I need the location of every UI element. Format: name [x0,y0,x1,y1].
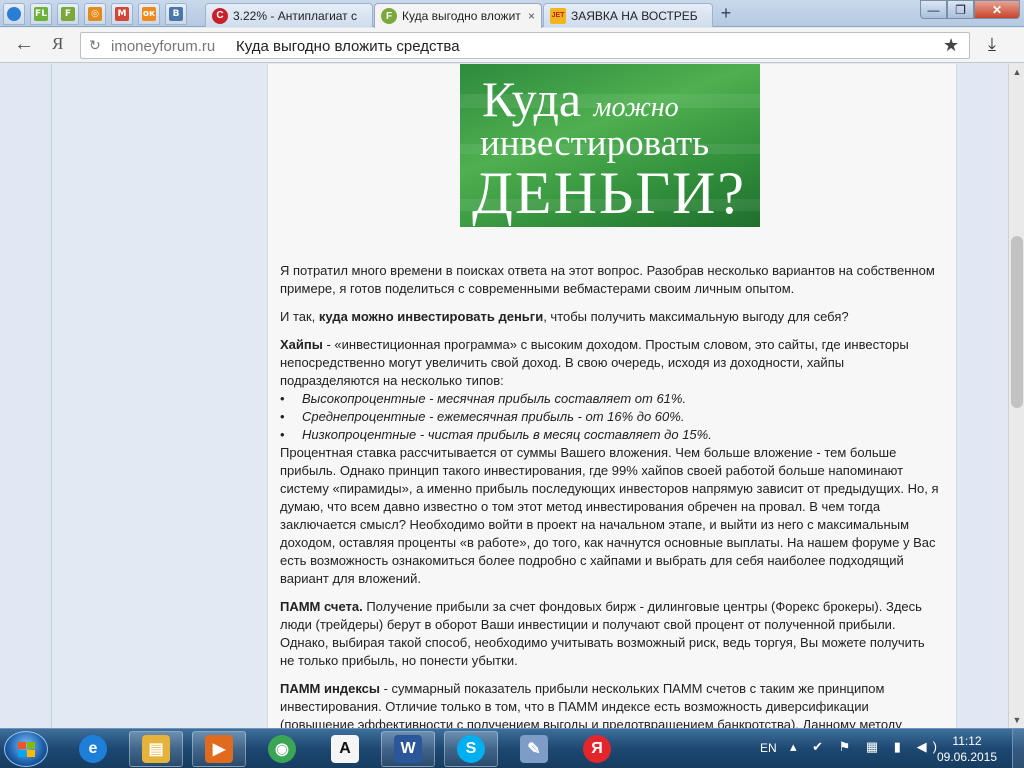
new-tab-button[interactable]: + [716,4,736,23]
pinned-tab[interactable]: F [57,3,79,25]
scrollbar-thumb[interactable] [1011,236,1023,408]
target-icon: ◎ [88,7,102,21]
hyips-details: Процентная ставка рассчитывается от сумм… [280,445,939,586]
banner-title-line1: Куда можно [482,71,679,127]
paint-icon: ✎ [520,735,548,763]
start-button[interactable] [4,731,48,767]
skype-icon: S [457,735,485,763]
vk-icon: В [169,7,183,21]
list-item: Низкопроцентные - чистая прибыль в месяц… [280,426,940,444]
left-sidebar [51,64,267,728]
word-icon: W [394,735,422,763]
pinned-tab[interactable]: ◎ [84,3,106,25]
tab-title: 3.22% - Антиплагиат с [233,8,358,23]
hyip-types-list: Высокопроцентные - месячная прибыль сост… [280,390,940,444]
taskbar-app[interactable]: Я [570,731,624,767]
close-window-button[interactable]: ✕ [974,0,1020,19]
pinned-tab[interactable]: M [111,3,133,25]
tab-active-article[interactable]: F Куда выгодно вложит × [374,3,542,28]
pinned-tab[interactable]: В [165,3,187,25]
article-body: Я потратил много времени в поисках ответ… [280,262,940,728]
pamm-indexes-paragraph: ПАММ индексы - суммарный показатель приб… [280,681,902,728]
article-intro: Я потратил много времени в поисках ответ… [280,263,935,296]
yandex-browser-icon: Я [583,735,611,763]
copyright-icon: C [212,7,228,24]
reload-icon[interactable]: ↻ [89,37,101,54]
tab-zayavka[interactable]: JET ЗАЯВКА НА ВОСТРЕБ [543,3,713,27]
pamm-accounts-paragraph: ПАММ счета. Получение прибыли за счет фо… [280,599,925,668]
banner-title-line3: ДЕНЬГИ? [472,160,747,226]
windows-taskbar: e ▤ ▶ ◉ A W S ✎ Я EN ▴ ✔ ⚑ ▦ ▮ ◀) 11:12 09.06.20… [0,728,1024,768]
hyips-paragraph: Хайпы - «инвестиционная программа» с выс… [280,337,909,388]
url-domain: imoneyforum.ru [111,38,216,55]
taskbar-app[interactable]: ✎ [507,731,561,767]
jet-icon: JET [550,7,566,24]
list-item: Высокопроцентные - месячная прибыль сост… [280,390,940,408]
tab-title: ЗАЯВКА НА ВОСТРЕБ [571,8,698,23]
list-item: Среднепроцентные - ежемесячная прибыль -… [280,408,940,426]
tab-title: Куда выгодно вложит [402,9,521,23]
odnoklassniki-icon: ок [142,7,156,21]
page-viewport: Куда можно инвестировать ДЕНЬГИ? Я потра… [0,64,1008,728]
show-desktop-button[interactable] [1012,729,1024,768]
pinned-tab[interactable]: FL [30,3,52,25]
tab-bar: FL F ◎ Mок В C 3.22% - Антиплагиат с F Куда … [0,0,1024,28]
yandex-home-button[interactable]: Я [52,34,63,54]
fl-icon: FL [34,7,48,21]
url-page-title: Куда выгодно вложить средства [236,38,460,55]
font-app-icon: A [331,735,359,763]
scroll-up-arrow-icon[interactable]: ▲ [1009,64,1024,80]
forum-f-icon: F [61,7,75,21]
windows-logo-icon [18,742,36,758]
article-column: Куда можно инвестировать ДЕНЬГИ? Я потра… [267,64,957,728]
article-banner-image: Куда можно инвестировать ДЕНЬГИ? [460,64,760,227]
pinned-tab[interactable]: ок [138,3,160,25]
taskbar-app[interactable]: ▤ [129,731,183,767]
taskbar-app[interactable]: A [318,731,372,767]
back-button[interactable]: ← [14,34,36,56]
explorer-icon: ▤ [142,735,170,763]
taskbar-app[interactable]: W [381,731,435,767]
bookmark-star-icon[interactable]: ★ [943,35,959,56]
taskbar-app[interactable]: ▶ [192,731,246,767]
scroll-down-arrow-icon[interactable]: ▼ [1009,712,1024,728]
system-clock[interactable]: 11:12 09.06.2015 [932,733,1002,765]
navigation-bar: ← Я ↻ imoneyforum.ru Куда выгодно вложит… [0,28,1024,63]
media-player-icon: ▶ [205,735,233,763]
gmail-icon: M [115,7,129,21]
downloads-icon[interactable]: ⤓ [988,34,996,55]
tab-antiplagiat[interactable]: C 3.22% - Антиплагиат с [205,3,373,27]
maximize-button[interactable]: ❐ [947,0,974,19]
chrome-icon: ◉ [268,735,296,763]
clock-date: 09.06.2015 [936,750,998,764]
taskbar-app[interactable]: e [66,731,120,767]
taskbar-app[interactable]: S [444,731,498,767]
article-question: И так, куда можно инвестировать деньги, … [280,309,849,324]
ie-icon: e [79,735,107,763]
clock-time: 11:12 [952,734,982,748]
vertical-scrollbar[interactable]: ▲ ▼ [1008,64,1024,728]
globe-icon [7,7,21,21]
address-field[interactable]: ↻ imoneyforum.ru Куда выгодно вложить ср… [80,32,970,59]
system-tray-icons[interactable]: ▴ ✔ ⚑ ▦ ▮ ◀) [790,739,943,755]
minimize-button[interactable]: — [920,0,947,19]
taskbar-app[interactable]: ◉ [255,731,309,767]
forum-f-icon: F [381,8,397,24]
pinned-tab[interactable] [3,3,25,25]
close-tab-icon[interactable]: × [528,9,535,23]
language-indicator[interactable]: EN [760,741,777,755]
